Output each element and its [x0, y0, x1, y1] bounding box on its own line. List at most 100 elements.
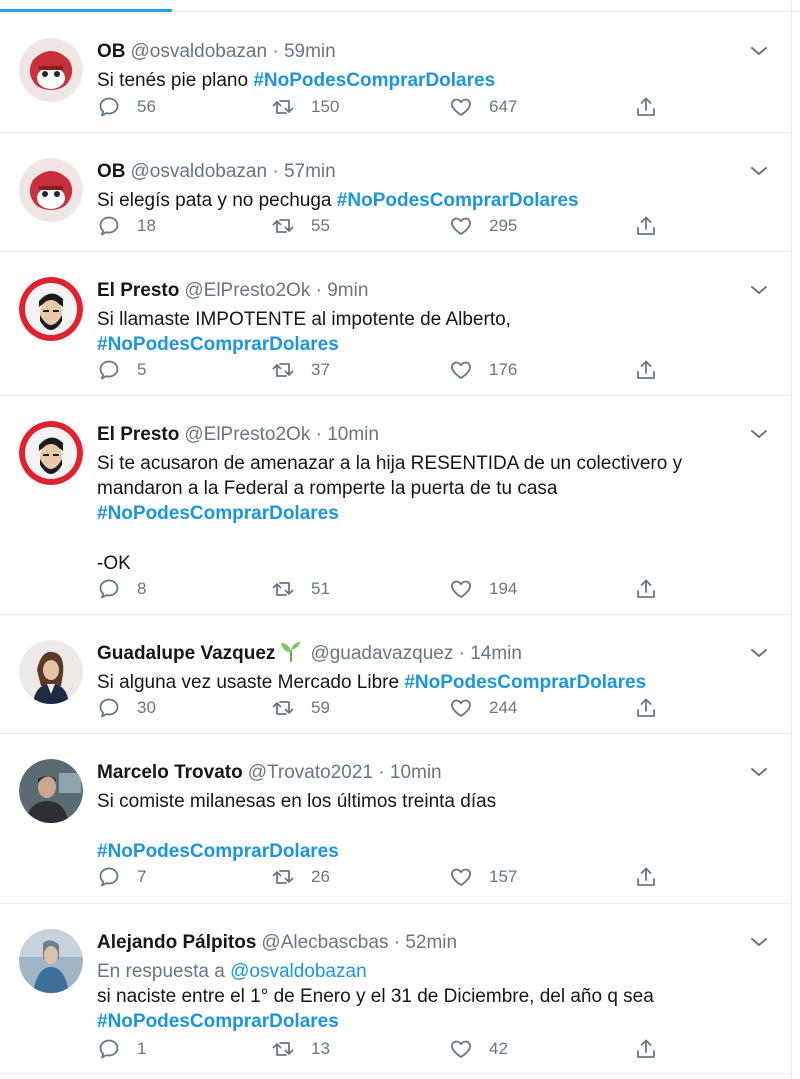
timeline-tab-bar	[0, 0, 800, 12]
like-button[interactable]: 244	[449, 694, 517, 722]
avatar[interactable]	[19, 759, 83, 823]
avatar[interactable]	[19, 421, 83, 485]
retweet-button[interactable]: 59	[271, 694, 330, 722]
user-handle[interactable]: @Trovato2021	[248, 762, 373, 783]
tweet[interactable]: OB @osvaldobazan · 57min Si elegís pata y…	[0, 133, 791, 252]
avatar[interactable]	[19, 277, 83, 341]
retweet-button[interactable]: 150	[271, 93, 339, 121]
retweet-count: 51	[311, 579, 330, 598]
chevron-down-icon[interactable]	[749, 161, 769, 181]
chevron-down-icon[interactable]	[749, 41, 769, 61]
tweet-actions: 30 59 244	[97, 694, 667, 722]
timestamp[interactable]: 14min	[470, 643, 522, 664]
retweet-button[interactable]: 13	[271, 1035, 330, 1063]
timestamp[interactable]: 52min	[405, 932, 457, 953]
like-button[interactable]: 194	[449, 575, 517, 603]
chevron-down-icon[interactable]	[749, 762, 769, 782]
reply-to-handle[interactable]: @osvaldobazan	[230, 961, 367, 982]
display-name[interactable]: Guadalupe Vazquez	[97, 643, 275, 664]
like-button[interactable]: 176	[449, 356, 517, 384]
chevron-down-icon[interactable]	[749, 280, 769, 300]
retweet-button[interactable]: 51	[271, 575, 330, 603]
hashtag-link[interactable]: #NoPodesComprarDolares	[97, 841, 339, 862]
retweet-button[interactable]: 55	[271, 212, 330, 240]
tweet-line: Si llamaste IMPOTENTE al impotente de Al…	[97, 307, 751, 332]
user-handle[interactable]: @guadavazquez	[310, 643, 453, 664]
avatar[interactable]	[19, 640, 83, 704]
hashtag-link[interactable]: #NoPodesComprarDolares	[404, 672, 646, 693]
retweet-count: 13	[311, 1039, 330, 1058]
display-name[interactable]: El Presto	[97, 280, 179, 301]
reply-button[interactable]: 5	[97, 356, 146, 384]
user-handle[interactable]: @ElPresto2Ok	[184, 280, 310, 301]
share-button[interactable]	[634, 93, 658, 121]
share-button[interactable]	[634, 1035, 658, 1063]
display-name[interactable]: El Presto	[97, 424, 179, 445]
reply-count: 8	[137, 579, 147, 598]
like-button[interactable]: 42	[449, 1035, 508, 1063]
tweet-text: Si alguna vez usaste Mercado Libre #NoPo…	[97, 670, 751, 695]
hashtag-link[interactable]: #NoPodesComprarDolares	[253, 70, 495, 91]
tweet-actions: 8 51 194	[97, 575, 667, 603]
user-handle[interactable]: @osvaldobazan	[131, 161, 268, 182]
tweet[interactable]: Guadalupe Vazquez @guadavazquez · 14min S…	[0, 615, 791, 734]
user-handle[interactable]: @ElPresto2Ok	[184, 424, 310, 445]
hashtag-link[interactable]: #NoPodesComprarDolares	[97, 334, 339, 355]
tweet-header: El Presto @ElPresto2Ok · 9min	[97, 276, 731, 306]
hashtag-link[interactable]: #NoPodesComprarDolares	[97, 503, 339, 524]
sprout-icon	[281, 642, 302, 662]
heart-icon	[451, 217, 471, 235]
share-icon	[637, 1039, 655, 1058]
tweet[interactable]: OB @osvaldobazan · 59min Si tenés pie pla…	[0, 13, 791, 133]
avatar[interactable]	[19, 929, 83, 993]
timestamp[interactable]: 9min	[327, 280, 368, 301]
display-name[interactable]: OB	[97, 41, 126, 62]
hashtag-link[interactable]: #NoPodesComprarDolares	[97, 1011, 339, 1032]
timestamp[interactable]: 57min	[284, 161, 336, 182]
tweet[interactable]: Alejando Pálpitos @Alecbascbas · 52min En…	[0, 904, 791, 1074]
display-name[interactable]: OB	[97, 161, 126, 182]
reply-button[interactable]: 18	[97, 212, 156, 240]
share-button[interactable]	[634, 863, 658, 891]
reply-button[interactable]: 8	[97, 575, 146, 603]
share-button[interactable]	[634, 694, 658, 722]
share-icon	[637, 579, 655, 598]
avatar[interactable]	[19, 38, 83, 102]
tweet[interactable]: El Presto @ElPresto2Ok · 9min Si llamaste…	[0, 252, 791, 396]
timestamp[interactable]: 10min	[390, 762, 442, 783]
user-handle[interactable]: @osvaldobazan	[131, 41, 268, 62]
text-span: Si llamaste IMPOTENTE al impotente de Al…	[97, 309, 511, 330]
retweet-button[interactable]: 26	[271, 863, 330, 891]
retweet-button[interactable]: 37	[271, 356, 330, 384]
display-name[interactable]: Alejando Pálpitos	[97, 932, 256, 953]
reply-button[interactable]: 1	[97, 1035, 146, 1063]
timestamp[interactable]: 10min	[327, 424, 379, 445]
reply-button[interactable]: 56	[97, 93, 156, 121]
reply-button[interactable]: 7	[97, 863, 146, 891]
tweet-line: si naciste entre el 1° de Enero y el 31 …	[97, 984, 751, 1009]
display-name[interactable]: Marcelo Trovato	[97, 762, 243, 783]
chevron-down-icon[interactable]	[749, 424, 769, 444]
reply-button[interactable]: 30	[97, 694, 156, 722]
tweet-header: OB @osvaldobazan · 57min	[97, 157, 731, 187]
tweet-line: #NoPodesComprarDolares	[97, 501, 751, 526]
share-button[interactable]	[634, 356, 658, 384]
like-button[interactable]: 295	[449, 212, 517, 240]
share-button[interactable]	[634, 575, 658, 603]
retweet-icon	[272, 100, 294, 114]
retweet-count: 26	[311, 867, 330, 886]
tweet-actions: 1 13 42	[97, 1035, 667, 1063]
retweet-icon	[272, 701, 294, 715]
tweet[interactable]: Marcelo Trovato @Trovato2021 · 10min Si c…	[0, 734, 791, 904]
avatar[interactable]	[19, 158, 83, 222]
hashtag-link[interactable]: #NoPodesComprarDolares	[337, 190, 579, 211]
like-count: 42	[489, 1039, 508, 1058]
chevron-down-icon[interactable]	[749, 932, 769, 952]
chevron-down-icon[interactable]	[749, 643, 769, 663]
user-handle[interactable]: @Alecbascbas	[261, 932, 388, 953]
like-button[interactable]: 157	[449, 863, 517, 891]
share-button[interactable]	[634, 212, 658, 240]
tweet[interactable]: El Presto @ElPresto2Ok · 10min Si te acus…	[0, 396, 791, 615]
timestamp[interactable]: 59min	[284, 41, 336, 62]
like-button[interactable]: 647	[449, 93, 517, 121]
